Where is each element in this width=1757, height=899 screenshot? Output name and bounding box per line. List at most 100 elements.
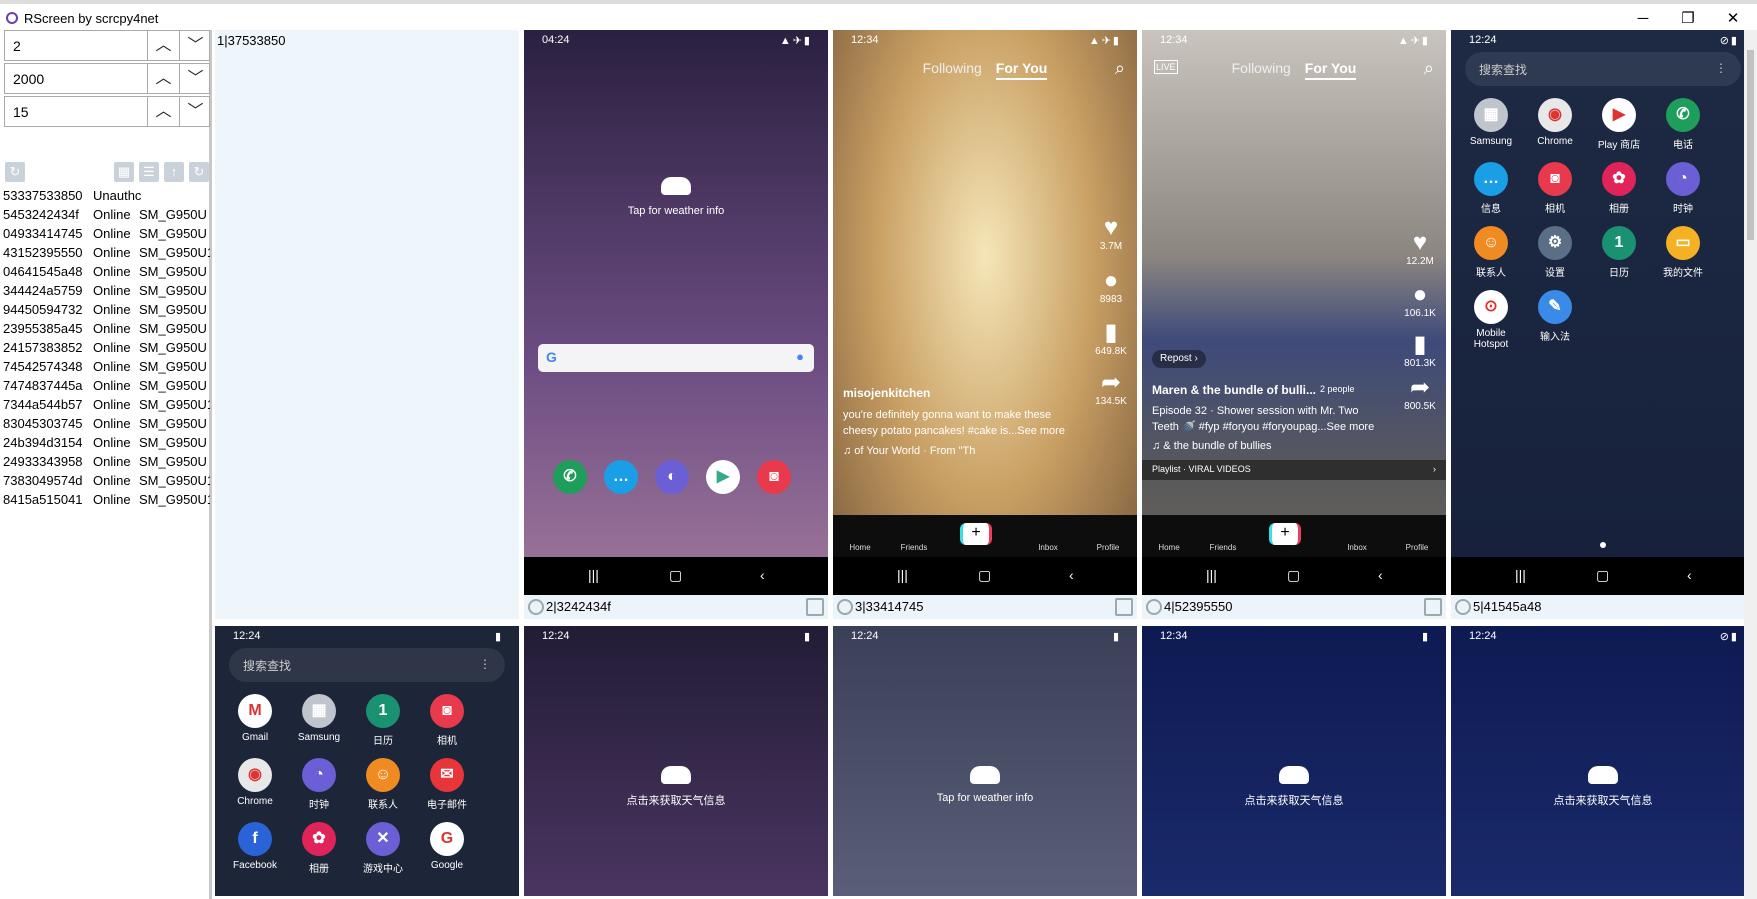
tab-following[interactable]: Following — [1232, 60, 1291, 76]
home-icon[interactable]: ▢ — [669, 567, 682, 584]
app-icon-8[interactable]: ☺ 联系人 — [1461, 226, 1521, 279]
recents-icon[interactable]: ||| — [1206, 567, 1217, 583]
device-list-row[interactable]: 24157383852 Online SM_G950U — [3, 338, 210, 357]
device-list-row[interactable]: 94450594732 Online SM_G950U — [3, 300, 210, 319]
fullscreen-icon[interactable] — [1115, 598, 1133, 616]
video-music[interactable]: ♫ of Your World · From "Th — [843, 443, 975, 459]
home-icon[interactable]: ▢ — [1596, 567, 1609, 584]
tab-inbox[interactable]: Inbox — [1023, 543, 1073, 552]
weather-text[interactable]: 点击来获取天气信息 — [1142, 792, 1446, 808]
device-list-row[interactable]: 8415a515041 Online SM_G950U1 — [3, 490, 210, 509]
rows-stepper[interactable]: 2 ︿ ﹀ — [4, 30, 210, 61]
tab-profile[interactable]: Profile — [1083, 543, 1133, 552]
app-icon-6[interactable]: ✿ 相册 — [1589, 162, 1649, 215]
device-screen[interactable]: 12:34 ▮ 点击来获取天气信息 — [1142, 626, 1446, 896]
device-cell-1[interactable]: 1|37533850 — [215, 30, 519, 619]
app-icon-0[interactable]: ▦ Samsung — [1461, 98, 1521, 147]
back-icon[interactable]: ‹ — [1069, 567, 1074, 583]
app-icon-5[interactable]: ◔ 时钟 — [289, 758, 349, 811]
rows-value[interactable]: 2 — [13, 38, 21, 54]
refresh-icon[interactable]: ↻ — [5, 162, 25, 182]
tab-home[interactable]: Home — [1144, 543, 1194, 552]
app-icon-1[interactable]: ▦ Samsung — [289, 694, 349, 743]
device-list-row[interactable]: 04933414745 Online SM_G950U — [3, 224, 210, 243]
video-music[interactable]: ♫ & the bundle of bullies — [1152, 438, 1272, 454]
decrement-down-icon[interactable]: ﹀ — [179, 64, 211, 93]
device-list-row[interactable]: 344424a5759 Online SM_G950U — [3, 281, 210, 300]
comment-button[interactable]: ● 106.1K — [1402, 282, 1438, 320]
fps-value[interactable]: 15 — [13, 104, 29, 120]
device-screen[interactable]: 12:24 ▮ 搜索查找 ⋮ M Gmail ▦ Samsung 1 日历 ◙ 相机 ◉ Chrome… — [215, 626, 519, 896]
search-icon[interactable]: ⌕ — [1424, 58, 1434, 79]
reload-icon[interactable]: ↻ — [189, 162, 209, 182]
dock-app-icon[interactable]: ◙ — [744, 460, 804, 498]
create-icon[interactable]: + — [1269, 523, 1301, 545]
fps-stepper[interactable]: 15 ︿ ﹀ — [4, 96, 210, 127]
recents-icon[interactable]: ||| — [1515, 567, 1526, 583]
search-icon[interactable]: ⌕ — [1115, 58, 1125, 79]
tab-friends[interactable]: Friends — [1198, 543, 1248, 552]
list-view-icon[interactable]: ☰ — [139, 162, 159, 182]
tab-for-you[interactable]: For You — [995, 60, 1048, 80]
weather-text[interactable]: Tap for weather info — [833, 792, 1137, 804]
device-screen[interactable]: 12:24 ▮ Tap for weather info — [833, 626, 1137, 896]
decrement-down-icon[interactable]: ﹀ — [179, 97, 211, 126]
grid-view-icon[interactable]: ▦ — [114, 162, 134, 182]
back-icon[interactable]: ‹ — [1378, 567, 1383, 583]
increment-up-icon[interactable]: ︿ — [147, 64, 179, 93]
app-icon-7[interactable]: ◔ 时钟 — [1653, 162, 1713, 215]
home-icon[interactable]: ▢ — [978, 567, 991, 584]
app-icon-3[interactable]: ◙ 相机 — [417, 694, 477, 747]
bitrate-value[interactable]: 2000 — [13, 71, 44, 87]
app-icon-3[interactable]: ✆ 电话 — [1653, 98, 1713, 151]
app-icon-13[interactable]: ✎ 输入法 — [1525, 290, 1585, 343]
playlist-bar[interactable]: Playlist · VIRAL VIDEOS › — [1142, 460, 1446, 480]
weather-text[interactable]: 点击来获取天气信息 — [1451, 792, 1755, 808]
back-icon[interactable]: ‹ — [1687, 567, 1692, 583]
video-desc-2[interactable]: Teeth 🚿 #fyp #foryou #foryoupag...See mo… — [1152, 419, 1374, 435]
device-screen[interactable]: 12:24 ⊘▮ 点击来获取天气信息 — [1451, 626, 1755, 896]
app-icon-4[interactable]: … 信息 — [1461, 162, 1521, 215]
app-icon-11[interactable]: G Google — [417, 822, 477, 871]
app-icon-10[interactable]: ✕ 游戏中心 — [353, 822, 413, 875]
fullscreen-icon[interactable] — [1424, 598, 1442, 616]
create-icon[interactable]: + — [960, 523, 992, 545]
app-icon-11[interactable]: ▭ 我的文件 — [1653, 226, 1713, 279]
mic-icon[interactable]: ● — [796, 349, 804, 364]
live-icon[interactable]: LIVE — [1154, 60, 1178, 74]
comment-button[interactable]: ● 8983 — [1093, 268, 1129, 306]
increment-up-icon[interactable]: ︿ — [147, 31, 179, 60]
tab-friends[interactable]: Friends — [889, 543, 939, 552]
device-list-row[interactable]: 74542574348 Online SM_G950U — [3, 357, 210, 376]
device-list-row[interactable]: 24b394d3154 Online SM_G950U — [3, 433, 210, 452]
device-list-row[interactable]: 43152395550 Online SM_G950U1 — [3, 243, 210, 262]
save-button[interactable]: ▮ 649.8K — [1093, 320, 1129, 358]
save-button[interactable]: ▮ 801.3K — [1402, 332, 1438, 370]
app-search-bar[interactable]: 搜索查找 ⋮ — [229, 648, 505, 682]
weather-text[interactable]: Tap for weather info — [524, 205, 828, 217]
device-list-row[interactable]: 7474837445a Online SM_G950U — [3, 376, 210, 395]
minimize-icon[interactable]: ─ — [1625, 8, 1661, 30]
video-author[interactable]: misojenkitchen — [843, 385, 930, 401]
device-screen[interactable]: 12:24 ⊘▮ 搜索查找 ⋮ ▦ Samsung ◉ Chrome ▶ Play 商店 ✆ 电话… — [1451, 30, 1755, 595]
rotate-icon[interactable] — [528, 599, 544, 615]
repost-badge[interactable]: Repost › — [1152, 350, 1206, 368]
tab-inbox[interactable]: Inbox — [1332, 543, 1382, 552]
maximize-icon[interactable]: ❐ — [1670, 8, 1706, 30]
vertical-scrollbar[interactable] — [1744, 30, 1757, 899]
rotate-icon[interactable] — [837, 599, 853, 615]
like-button[interactable]: ♥ 3.7M — [1093, 215, 1129, 253]
app-search-bar[interactable]: 搜索查找 ⋮ — [1465, 52, 1741, 86]
device-list-row[interactable]: 23955385a45 Online SM_G950U — [3, 319, 210, 338]
home-icon[interactable]: ▢ — [1287, 567, 1300, 584]
increment-up-icon[interactable]: ︿ — [147, 97, 179, 126]
app-icon-9[interactable]: ⚙ 设置 — [1525, 226, 1585, 279]
tab-home[interactable]: Home — [835, 543, 885, 552]
rotate-icon[interactable] — [1455, 599, 1471, 615]
device-screen[interactable]: 04:24 ▲✈▮ Tap for weather info G ● ✆… ◐ ▶ ◙ … — [524, 30, 828, 595]
scrollbar-thumb[interactable] — [1747, 50, 1754, 240]
google-search-bar[interactable]: G ● — [538, 344, 814, 372]
device-screen[interactable]: 12:34 ▲✈▮ Following For You LIVE ⌕ ♥ 12.2M … — [1142, 30, 1446, 595]
app-icon-2[interactable]: ▶ Play 商店 — [1589, 98, 1649, 151]
tab-profile[interactable]: Profile — [1392, 543, 1442, 552]
